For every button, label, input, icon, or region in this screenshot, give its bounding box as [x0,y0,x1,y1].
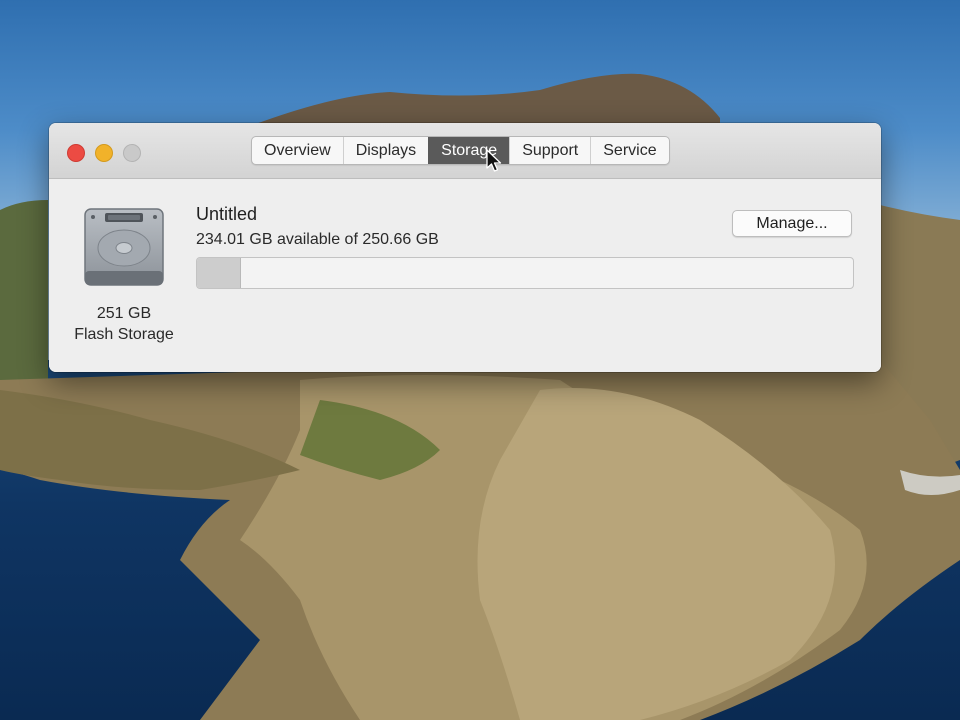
tab-overview[interactable]: Overview [252,137,343,164]
mouse-pointer-icon [486,149,502,172]
about-this-mac-window: Overview Displays Storage Support Servic… [49,123,881,372]
desktop-background: Overview Displays Storage Support Servic… [0,0,960,720]
tab-support[interactable]: Support [509,137,590,164]
drive-capacity-label: 251 GB [96,305,152,322]
close-window-button[interactable] [67,144,85,162]
volume-name: Untitled [196,204,258,224]
tab-displays[interactable]: Displays [342,137,428,164]
hard-drive-icon [84,208,164,286]
zoom-window-button[interactable] [123,144,141,162]
drive-type-label: Flash Storage [74,326,174,343]
tab-service[interactable]: Service [590,137,668,164]
storage-used-segment[interactable] [197,258,241,288]
minimize-window-button[interactable] [95,144,113,162]
title-bar[interactable]: Overview Displays Storage Support Servic… [49,123,881,179]
volume-availability: 234.01 GB available of 250.66 GB [196,231,439,248]
tab-bar: Overview Displays Storage Support Servic… [251,136,670,165]
storage-usage-bar [196,257,854,289]
manage-button[interactable]: Manage... [732,210,852,237]
storage-pane: 251 GB Flash Storage Untitled 234.01 GB … [49,179,881,372]
